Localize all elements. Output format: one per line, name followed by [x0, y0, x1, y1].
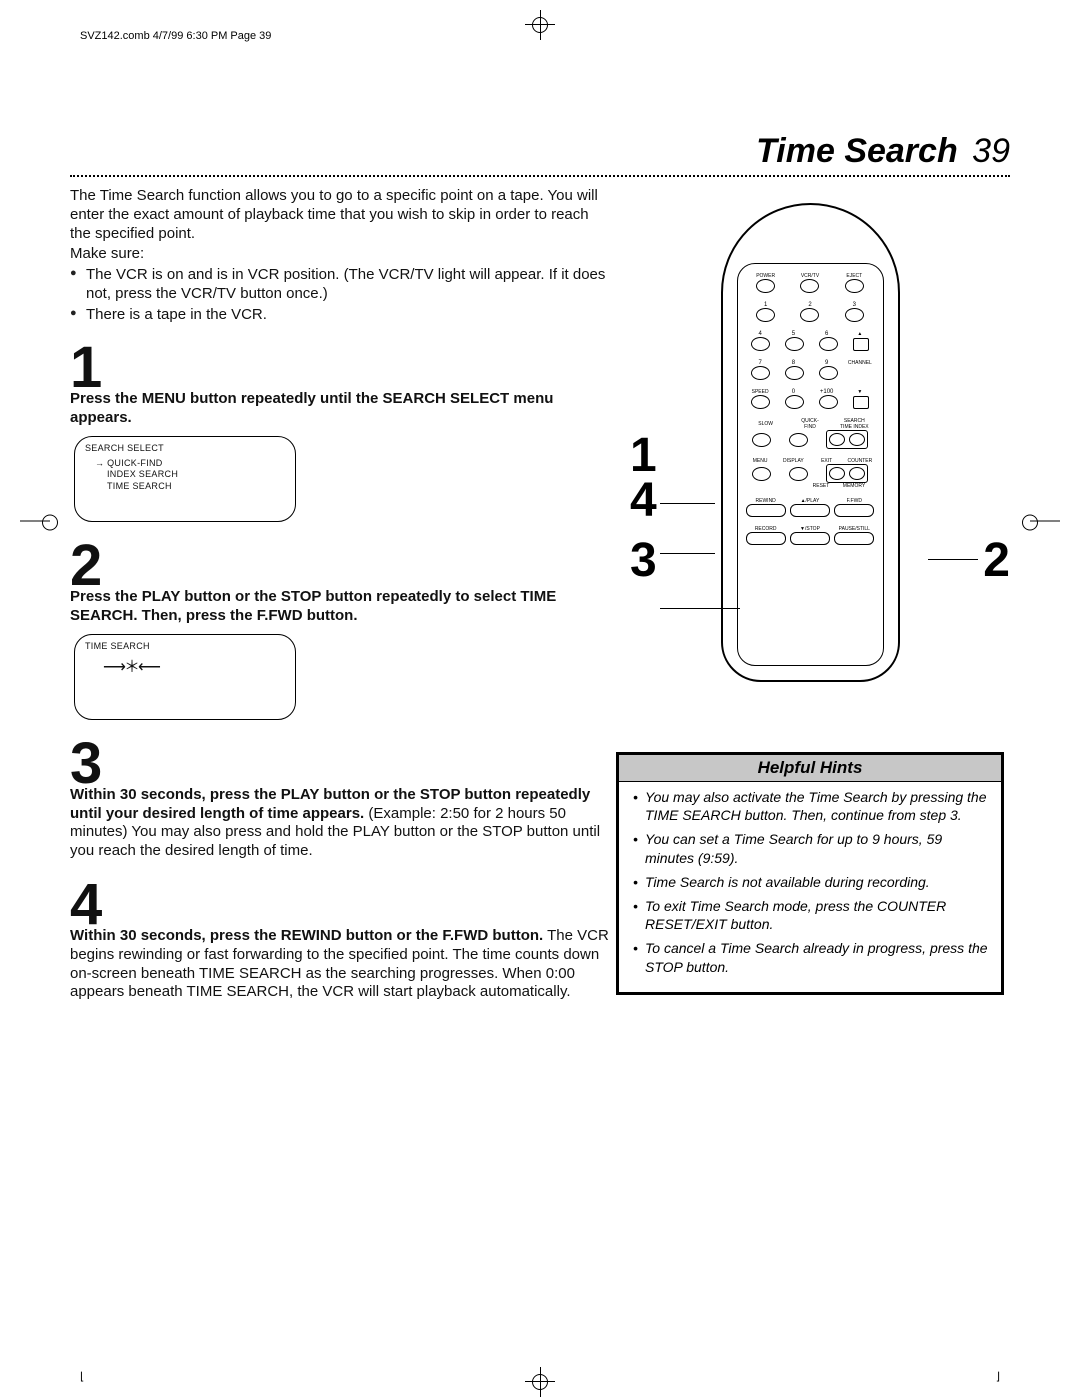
osd-time-search: TIME SEARCH ⟶＊⟵: [74, 634, 296, 720]
vcrtv-button-icon: [800, 279, 819, 293]
step-number-1: 1: [70, 342, 610, 394]
step-4-bold: Within 30 seconds, press the REWIND butt…: [70, 927, 543, 944]
corner-mark-right: ⌋: [996, 1370, 1000, 1383]
make-sure-item: There is a tape in the VCR.: [70, 306, 610, 325]
eject-button-icon: [845, 279, 864, 293]
print-slug: SVZ142.comb 4/7/99 6:30 PM Page 39: [80, 30, 1010, 42]
page-number: 39: [972, 132, 1010, 170]
helpful-hints-box: Helpful Hints You may also activate the …: [616, 752, 1004, 995]
registration-mark-left: [20, 521, 50, 522]
registration-mark-bottom: [525, 1381, 555, 1382]
step-2-bold: Press the PLAY button or the STOP button…: [70, 588, 556, 624]
page-title: Time Search: [756, 132, 958, 170]
callout-3: 3: [630, 533, 657, 588]
rewind-button-icon: [746, 504, 786, 517]
ch-up-icon: [853, 338, 869, 351]
hint-item: You may also activate the Time Search by…: [633, 788, 991, 824]
hint-item: You can set a Time Search for up to 9 ho…: [633, 830, 991, 866]
step-number-4: 4: [70, 879, 610, 931]
stop-button-icon: [790, 532, 830, 545]
registration-mark-right: [1030, 521, 1060, 522]
play-button-icon: [790, 504, 830, 517]
registration-mark-top: [525, 24, 555, 25]
hint-item: To cancel a Time Search already in progr…: [633, 939, 991, 975]
ffwd-button-icon: [834, 504, 874, 517]
hint-item: To exit Time Search mode, press the COUN…: [633, 897, 991, 933]
remote-control-diagram: POWERVCR/TVEJECT 123 456▲ 789CHANNEL SPE…: [721, 203, 900, 682]
osd-search-select: SEARCH SELECT → QUICK-FIND INDEX SEARCH …: [74, 436, 296, 522]
callout-2: 2: [983, 533, 1010, 588]
menu-button-icon: [752, 467, 771, 481]
hint-item: Time Search is not available during reco…: [633, 873, 991, 891]
intro-text: The Time Search function allows you to g…: [70, 187, 610, 243]
blink-icon: ⟶＊⟵: [103, 658, 285, 678]
hints-title: Helpful Hints: [619, 755, 1001, 782]
make-sure-label: Make sure:: [70, 245, 610, 264]
corner-mark-left: ⌊: [80, 1370, 84, 1383]
power-button-icon: [756, 279, 775, 293]
search-group-icon: [826, 430, 868, 449]
step-number-2: 2: [70, 540, 610, 592]
step-1-bold: Press the MENU button repeatedly until t…: [70, 390, 553, 426]
step-number-3: 3: [70, 738, 610, 790]
callout-4: 4: [630, 473, 657, 528]
make-sure-item: The VCR is on and is in VCR position. (T…: [70, 266, 610, 304]
